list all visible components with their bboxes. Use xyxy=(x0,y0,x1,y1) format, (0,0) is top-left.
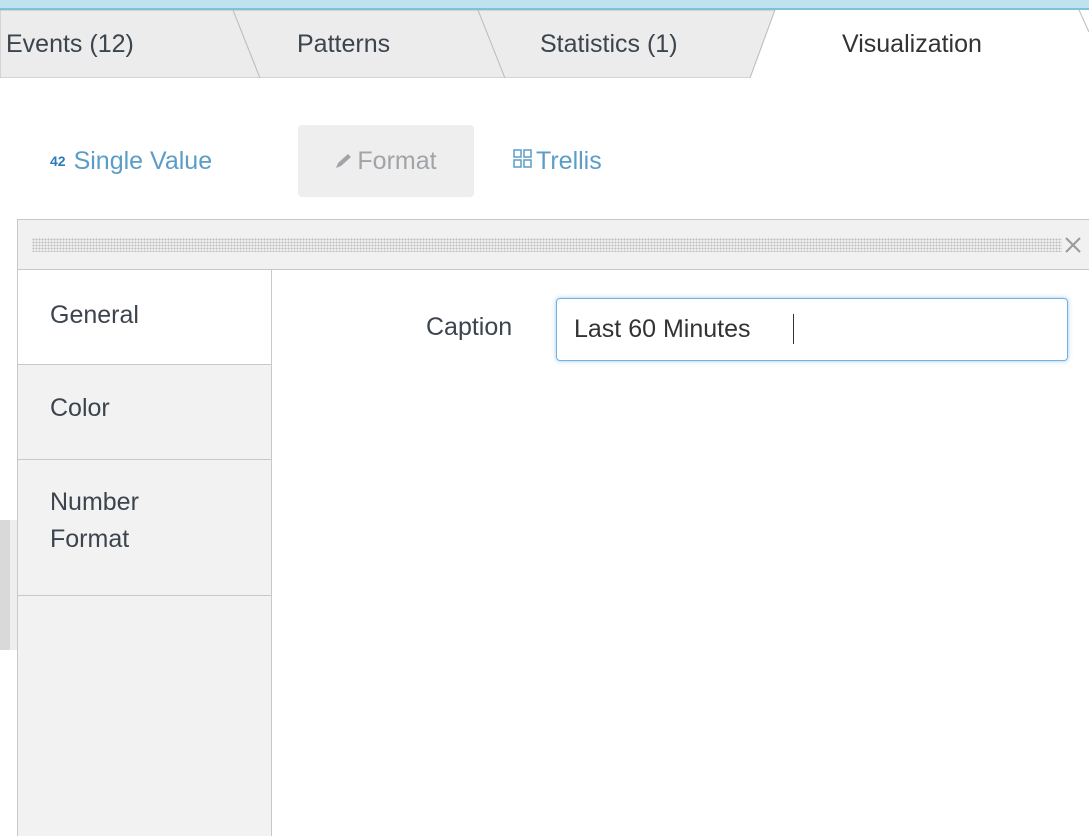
pencil-icon xyxy=(335,147,353,176)
caption-label: Caption xyxy=(426,313,513,341)
sidebar-item-label-line2: Format xyxy=(50,525,130,553)
tab-visualization[interactable]: Visualization xyxy=(842,30,982,59)
single-value-button[interactable]: 42 Single Value xyxy=(50,125,212,197)
sidebar-item-general[interactable]: General xyxy=(18,270,271,365)
sidebar-item-color[interactable]: Color xyxy=(18,365,271,460)
single-value-label: Single Value xyxy=(73,146,213,175)
tab-events[interactable]: Events (12) xyxy=(6,30,134,59)
close-icon[interactable] xyxy=(1058,230,1088,260)
visualization-toolbar: 42 Single Value Format Trellis xyxy=(0,125,700,197)
tab-bar: Events (12) Patterns Statistics (1) Visu… xyxy=(0,10,1089,78)
format-label: Format xyxy=(357,146,437,175)
sidebar-item-label: General xyxy=(50,301,139,329)
drag-handle[interactable] xyxy=(32,238,1062,252)
single-value-icon: 42 xyxy=(50,153,66,169)
sidebar-item-label: Color xyxy=(50,394,110,422)
tab-statistics[interactable]: Statistics (1) xyxy=(540,30,678,59)
tab-patterns[interactable]: Patterns xyxy=(297,30,390,59)
format-panel: General Color Number Format Caption xyxy=(17,219,1089,836)
sidebar-item-label-line1: Number xyxy=(50,488,139,516)
background-edge xyxy=(0,520,10,650)
background-edge-inner xyxy=(10,520,17,650)
format-button[interactable]: Format xyxy=(298,125,474,197)
panel-header xyxy=(18,220,1089,270)
caption-input[interactable] xyxy=(556,298,1068,361)
trellis-button[interactable]: Trellis xyxy=(513,125,602,197)
format-sidebar: General Color Number Format xyxy=(18,270,272,836)
sidebar-item-number-format[interactable]: Number Format xyxy=(18,460,271,596)
grid-icon xyxy=(513,147,533,176)
text-caret xyxy=(793,314,794,344)
trellis-label: Trellis xyxy=(536,146,602,175)
